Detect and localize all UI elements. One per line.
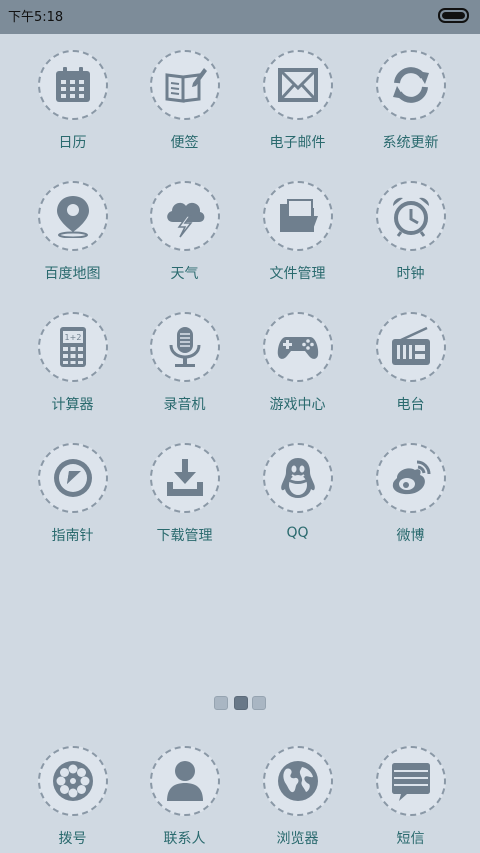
- app-dialer[interactable]: 拨号: [16, 730, 129, 850]
- notebook-icon: [165, 68, 207, 103]
- app-label: 浏览器: [276, 831, 319, 847]
- app-system-update[interactable]: 系统更新: [354, 34, 467, 154]
- envelope-icon: [278, 68, 318, 102]
- refresh-icon: [393, 67, 429, 103]
- app-browser[interactable]: 浏览器: [241, 730, 354, 850]
- app-radio[interactable]: 电台: [354, 296, 467, 416]
- app-sms[interactable]: 短信: [354, 730, 467, 850]
- globe-icon: [278, 761, 318, 801]
- dialer-icon: [53, 761, 93, 801]
- download-icon: [167, 459, 203, 496]
- app-contacts[interactable]: 联系人: [128, 730, 241, 850]
- app-email[interactable]: 电子邮件: [241, 34, 354, 154]
- alarm-clock-icon: [392, 197, 430, 237]
- message-icon: [392, 763, 430, 801]
- app-file-manager[interactable]: 文件管理: [241, 165, 354, 285]
- dock: 拨号 联系人 浏览器 短信: [0, 730, 480, 853]
- app-recorder[interactable]: 录音机: [128, 296, 241, 416]
- app-weather[interactable]: 天气: [128, 165, 241, 285]
- compass-icon: [54, 459, 92, 497]
- app-label: 短信: [396, 831, 425, 847]
- app-baidu-map[interactable]: 百度地图: [16, 165, 129, 285]
- page-dot[interactable]: [214, 696, 228, 710]
- app-calculator[interactable]: 1+2 计算器: [16, 296, 129, 416]
- app-download-manager[interactable]: 下载管理: [128, 427, 241, 547]
- radio-icon: [392, 326, 430, 365]
- app-qq[interactable]: QQ: [241, 427, 354, 547]
- app-notes[interactable]: 便签: [128, 34, 241, 154]
- gamepad-icon: [277, 337, 319, 359]
- weibo-icon: [392, 460, 431, 495]
- page-indicator: [212, 696, 268, 710]
- calculator-icon: 1+2: [60, 327, 86, 367]
- app-compass[interactable]: 指南针: [16, 427, 129, 547]
- app-label: 系统更新: [382, 135, 439, 151]
- app-label: 时钟: [396, 266, 425, 282]
- app-label: 游戏中心: [269, 397, 326, 413]
- app-label: 电子邮件: [269, 135, 326, 151]
- app-label: 联系人: [163, 831, 206, 847]
- app-label: 日历: [58, 135, 87, 151]
- status-bar: 下午5:18: [0, 0, 480, 34]
- app-label: QQ: [286, 525, 309, 541]
- app-label: 下载管理: [156, 528, 213, 544]
- app-label: 天气: [170, 266, 199, 282]
- storm-cloud-icon: [167, 202, 205, 238]
- microphone-icon: [169, 327, 201, 367]
- battery-icon: [438, 8, 469, 23]
- app-label: 指南针: [51, 528, 94, 544]
- svg-text:1+2: 1+2: [65, 333, 82, 342]
- person-icon: [167, 761, 203, 801]
- app-calendar[interactable]: 日历: [16, 34, 129, 154]
- app-label: 电台: [396, 397, 425, 413]
- app-label: 便签: [170, 135, 199, 151]
- app-label: 百度地图: [44, 266, 101, 282]
- folder-icon: [280, 199, 318, 232]
- app-game-center[interactable]: 游戏中心: [241, 296, 354, 416]
- app-label: 文件管理: [269, 266, 326, 282]
- app-weibo[interactable]: 微博: [354, 427, 467, 547]
- calendar-icon: [56, 67, 90, 102]
- penguin-icon: [281, 458, 315, 498]
- app-clock[interactable]: 时钟: [354, 165, 467, 285]
- page-dot[interactable]: [252, 696, 266, 710]
- app-label: 拨号: [58, 831, 87, 847]
- map-pin-icon: [57, 196, 89, 238]
- app-label: 微博: [396, 528, 425, 544]
- page-dot-active[interactable]: [234, 696, 248, 710]
- status-time: 下午5:18: [8, 10, 64, 25]
- app-label: 录音机: [163, 397, 206, 413]
- app-label: 计算器: [51, 397, 94, 413]
